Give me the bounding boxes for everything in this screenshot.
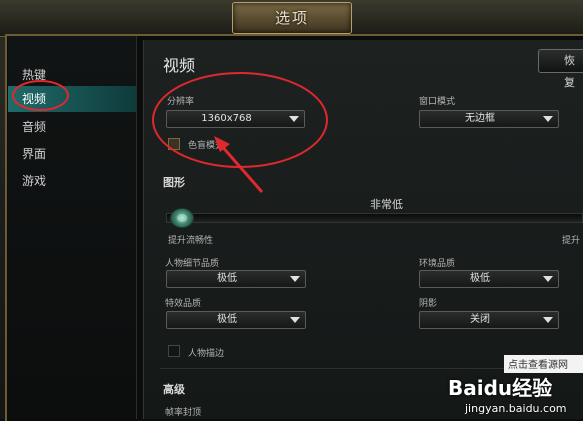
effects-quality-value: 极低 xyxy=(217,314,237,325)
character-quality-value: 极低 xyxy=(217,273,237,284)
advanced-title: 高级 xyxy=(163,383,185,396)
shadows-value: 关闭 xyxy=(470,314,490,325)
sidebar-item-audio[interactable]: 音频 xyxy=(8,114,136,140)
graphics-preset-value: 非常低 xyxy=(370,198,403,211)
slider-left-label: 提升流畅性 xyxy=(168,236,214,246)
graphics-slider-track[interactable] xyxy=(166,213,583,223)
environment-quality-dropdown[interactable]: 极低 xyxy=(419,270,559,288)
chevron-down-icon xyxy=(290,276,300,282)
sidebar-item-game[interactable]: 游戏 xyxy=(8,168,136,194)
chevron-down-icon xyxy=(543,116,553,122)
slider-right-label: 提升 xyxy=(562,236,581,246)
effects-quality-label: 特效品质 xyxy=(165,299,202,309)
graphics-slider-handle[interactable] xyxy=(170,208,194,228)
character-outline-checkbox[interactable] xyxy=(168,345,180,357)
effects-quality-dropdown[interactable]: 极低 xyxy=(166,311,306,329)
character-quality-dropdown[interactable]: 极低 xyxy=(166,270,306,288)
character-quality-label: 人物细节品质 xyxy=(165,259,220,269)
shadows-dropdown[interactable]: 关闭 xyxy=(419,311,559,329)
watermark-url: jingyan.baidu.com xyxy=(465,402,567,415)
environment-quality-label: 环境品质 xyxy=(419,259,456,269)
environment-quality-value: 极低 xyxy=(470,273,490,284)
reset-button[interactable]: 恢复 xyxy=(538,49,583,89)
baidu-logo: Baidu经验 xyxy=(448,376,553,400)
chevron-down-icon xyxy=(543,276,553,282)
annotation-circle xyxy=(12,80,69,111)
window-mode-label: 窗口模式 xyxy=(419,97,456,107)
page-title: 视频 xyxy=(163,56,196,75)
graphics-title: 图形 xyxy=(163,176,185,189)
chevron-down-icon xyxy=(543,317,553,323)
sidebar-item-interface[interactable]: 界面 xyxy=(8,141,136,167)
window-mode-value: 无边框 xyxy=(465,113,495,124)
frame-cap-label: 帧率封顶 xyxy=(165,408,202,418)
shadows-label: 阴影 xyxy=(419,299,438,309)
window-mode-dropdown[interactable]: 无边框 xyxy=(419,110,559,128)
title-plate: 选项 xyxy=(232,2,352,34)
game-window: 选项 热键 视频 音频 界面 游戏 视频 恢复 分辨率 1360x768 窗口模… xyxy=(0,0,583,421)
character-outline-label: 人物描边 xyxy=(188,349,225,359)
window-title: 选项 xyxy=(274,9,309,27)
annotation-arrow-icon xyxy=(214,136,264,193)
source-link[interactable]: 点击查看源网 xyxy=(508,356,568,371)
chevron-down-icon xyxy=(290,317,300,323)
